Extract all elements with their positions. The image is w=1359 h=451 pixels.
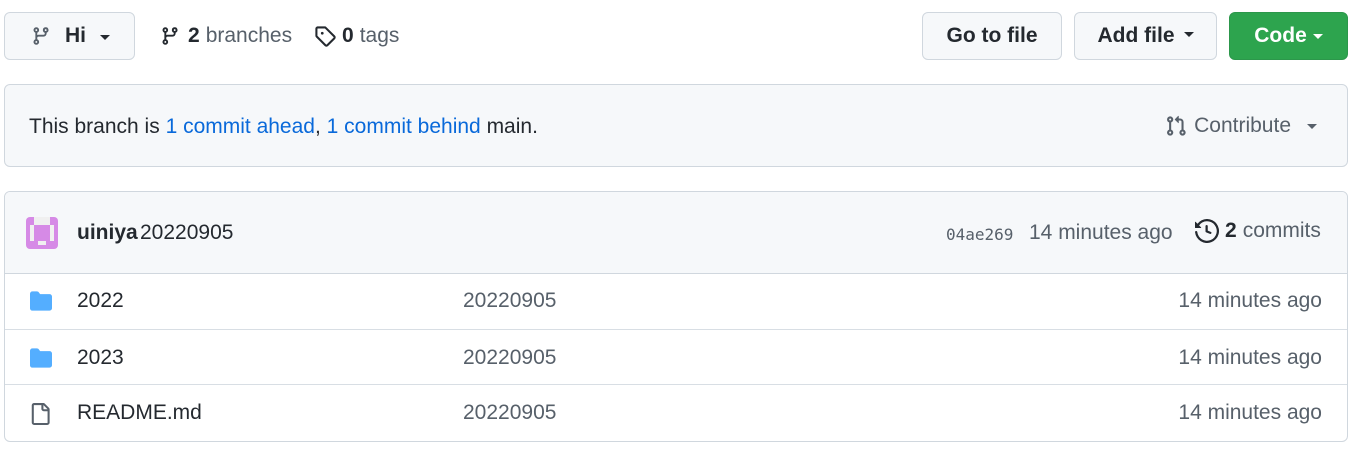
commits-label: commits bbox=[1242, 219, 1321, 242]
add-file-label: Add file bbox=[1097, 24, 1175, 47]
chevron-down-icon bbox=[1183, 31, 1194, 37]
commit-time: 14 minutes ago bbox=[1029, 221, 1173, 244]
file-name[interactable]: README.md bbox=[77, 401, 202, 425]
commits-ahead-link[interactable]: 1 commit ahead bbox=[166, 115, 315, 138]
tags-label: tags bbox=[359, 24, 400, 47]
commit-message[interactable]: 20220905 bbox=[140, 221, 233, 245]
file-icon bbox=[31, 403, 50, 425]
file-row-2023[interactable]: 2023 20220905 14 minutes ago bbox=[5, 329, 1347, 385]
code-button[interactable]: Code bbox=[1229, 12, 1348, 60]
folder-icon bbox=[30, 291, 52, 311]
chevron-down-icon bbox=[100, 35, 110, 40]
contribute-label: Contribute bbox=[1194, 114, 1291, 137]
file-commit-time: 14 minutes ago bbox=[1178, 289, 1322, 312]
git-branch-icon bbox=[162, 27, 178, 45]
contribute-dropdown[interactable]: Contribute bbox=[1165, 114, 1317, 138]
commits-history-link[interactable]: 2 commits bbox=[1195, 219, 1321, 243]
commit-sha[interactable]: 04ae269 bbox=[946, 225, 1013, 244]
branches-count: 2 bbox=[188, 24, 200, 47]
branch-status-separator: , bbox=[314, 115, 327, 138]
file-row-2022[interactable]: 2022 20220905 14 minutes ago bbox=[5, 273, 1347, 329]
commit-author[interactable]: uiniya bbox=[77, 221, 138, 245]
latest-commit-bar: uiniya 20220905 04ae269 14 minutes ago 2… bbox=[5, 192, 1347, 274]
go-to-file-button[interactable]: Go to file bbox=[922, 12, 1062, 60]
branch-status-suffix: main. bbox=[480, 115, 538, 138]
branches-label: branches bbox=[205, 24, 293, 47]
go-to-file-label: Go to file bbox=[946, 24, 1038, 47]
branch-status-prefix: This branch is bbox=[29, 115, 166, 138]
branches-link[interactable]: 2 branches bbox=[160, 22, 292, 50]
file-row-readme[interactable]: README.md 20220905 14 minutes ago bbox=[5, 384, 1347, 440]
file-list: uiniya 20220905 04ae269 14 minutes ago 2… bbox=[4, 191, 1348, 442]
branch-status-text: This branch is 1 commit ahead, 1 commit … bbox=[29, 115, 538, 139]
tags-link[interactable]: 0 tags bbox=[314, 22, 399, 50]
commits-count: 2 bbox=[1225, 219, 1237, 242]
tag-icon bbox=[315, 26, 336, 47]
tags-count: 0 bbox=[342, 24, 354, 47]
file-commit-time: 14 minutes ago bbox=[1178, 346, 1322, 369]
git-pull-request-icon bbox=[1167, 115, 1186, 136]
branch-name: Hi bbox=[65, 24, 86, 47]
file-name[interactable]: 2022 bbox=[77, 289, 124, 313]
file-commit-message[interactable]: 20220905 bbox=[463, 346, 556, 370]
file-commit-message[interactable]: 20220905 bbox=[463, 401, 556, 425]
branch-status-banner: This branch is 1 commit ahead, 1 commit … bbox=[4, 84, 1348, 167]
file-commit-message[interactable]: 20220905 bbox=[463, 289, 556, 313]
code-label: Code bbox=[1254, 24, 1307, 47]
add-file-button[interactable]: Add file bbox=[1074, 12, 1217, 60]
git-branch-icon bbox=[33, 27, 49, 45]
chevron-down-icon bbox=[1312, 33, 1323, 39]
file-name[interactable]: 2023 bbox=[77, 346, 124, 370]
folder-icon bbox=[30, 348, 52, 368]
identicon bbox=[26, 217, 58, 249]
avatar[interactable] bbox=[26, 217, 58, 249]
history-icon bbox=[1195, 219, 1219, 243]
commits-behind-link[interactable]: 1 commit behind bbox=[327, 115, 481, 138]
branch-select-button[interactable]: Hi bbox=[4, 12, 135, 60]
chevron-down-icon bbox=[1307, 123, 1317, 129]
file-commit-time: 14 minutes ago bbox=[1178, 401, 1322, 424]
